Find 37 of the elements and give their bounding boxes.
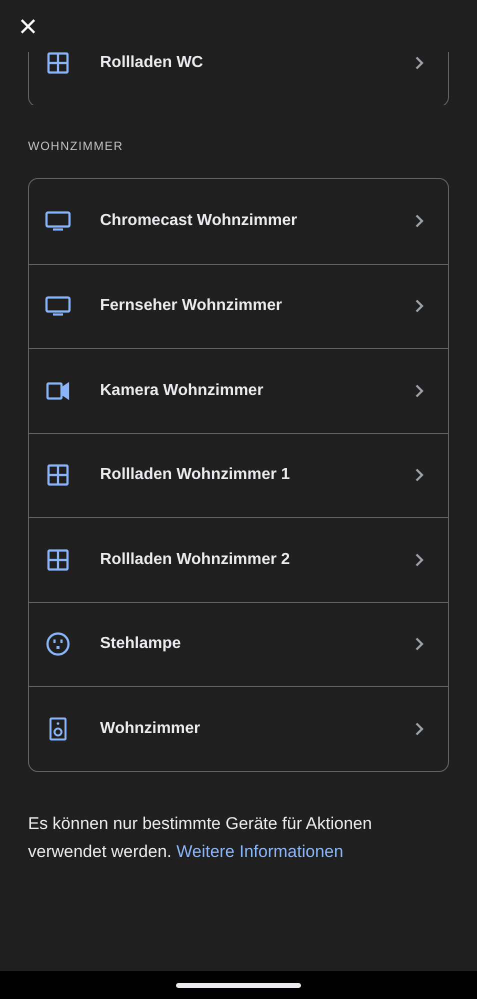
device-name: Fernseher Wohnzimmer — [100, 296, 283, 316]
chevron-right-icon — [415, 468, 424, 482]
chevron-right-icon — [415, 56, 424, 70]
section-heading: WOHNZIMMER — [28, 138, 124, 155]
device-row[interactable]: Rollladen Wohnzimmer 2 — [29, 517, 448, 602]
window-icon — [47, 464, 69, 486]
tv-icon — [45, 211, 71, 232]
device-name: Kamera Wohnzimmer — [100, 380, 264, 401]
more-info-link[interactable]: Weitere Informationen — [176, 842, 344, 860]
device-row[interactable]: Wohnzimmer — [29, 686, 448, 770]
outlet-icon — [46, 632, 70, 656]
device-row[interactable]: Fernseher Wohnzimmer — [29, 264, 448, 348]
chevron-right-icon — [415, 384, 424, 398]
device-name: Rollladen Wohnzimmer 2 — [100, 550, 291, 570]
device-row[interactable]: Chromecast Wohnzimmer — [29, 179, 448, 264]
device-name: Rollladen WC — [100, 53, 204, 74]
device-row[interactable]: Kamera Wohnzimmer — [29, 348, 448, 432]
window-icon — [47, 52, 69, 74]
chevron-right-icon — [415, 214, 424, 228]
chevron-right-icon — [415, 637, 424, 652]
chevron-right-icon — [415, 299, 424, 314]
chevron-right-icon — [415, 552, 424, 567]
device-name: Stehlampe — [100, 634, 182, 654]
video-camera-icon — [46, 382, 70, 400]
device-name: Rollladen Wohnzimmer 1 — [100, 465, 291, 486]
device-row[interactable]: Rollladen WC — [29, 52, 448, 105]
device-row[interactable]: Stehlampe — [29, 602, 448, 686]
info-text: Es können nur bestimmte Geräte für Aktionen verwendet werden. Weitere Informationen — [28, 812, 373, 862]
chevron-right-icon — [415, 722, 424, 736]
device-name: Wohnzimmer — [100, 718, 202, 739]
home-handle[interactable] — [176, 982, 301, 988]
close-button[interactable]: × — [16, 14, 40, 38]
speaker-icon — [49, 716, 67, 741]
device-row[interactable]: Rollladen Wohnzimmer 1 — [29, 432, 448, 517]
window-icon — [47, 548, 69, 571]
tv-icon — [45, 296, 71, 316]
device-name: Chromecast Wohnzimmer — [100, 211, 298, 232]
